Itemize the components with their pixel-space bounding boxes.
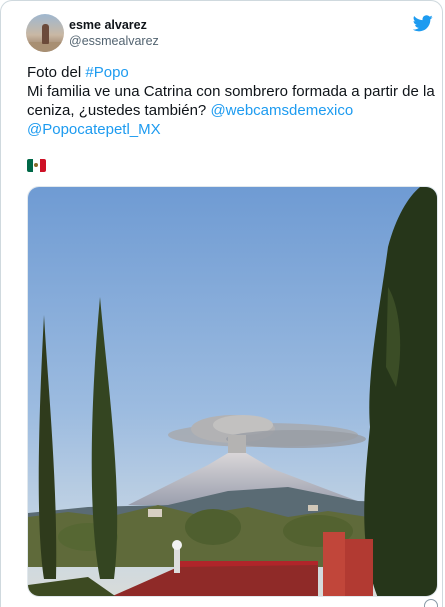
tweet-line-2: Mi familia ve una Catrina con sombrero f… [27,82,437,139]
tweet-text: Foto del #Popo Mi familia ve una Catrina… [27,63,437,139]
mention-webcamsdemexico-link[interactable]: @webcamsdemexico [210,102,353,119]
tweet-header: esme alvarez @essmealvarez [26,13,159,53]
tweet-text-prefix: Foto del [27,64,86,81]
mention-popocatepetl-link[interactable]: @Popocatepetl_MX [27,121,161,138]
twitter-bird-icon[interactable] [413,15,433,32]
user-names: esme alvarez @essmealvarez [69,17,159,49]
avatar[interactable] [26,14,64,52]
tweet-photo[interactable] [27,186,438,597]
tweet-card[interactable]: esme alvarez @essmealvarez Foto del #Pop… [0,0,443,607]
display-name[interactable]: esme alvarez [69,17,159,33]
mexico-flag-icon [27,159,46,172]
hashtag-popo-link[interactable]: #Popo [85,64,128,81]
info-icon[interactable] [424,599,438,607]
avatar-figure [42,24,49,44]
flag-red-stripe [39,159,46,172]
user-handle[interactable]: @essmealvarez [69,33,159,49]
flag-white-stripe [33,159,40,172]
volcano-photo-image [28,187,437,596]
tweet-line-1: Foto del #Popo [27,63,437,82]
